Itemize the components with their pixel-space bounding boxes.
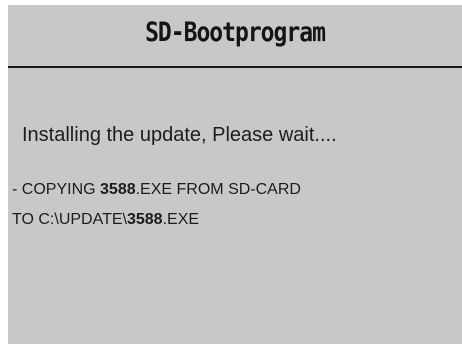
boot-screen: SD-Bootprogram Installing the update, Pl… bbox=[8, 5, 462, 344]
title-bar: SD-Bootprogram bbox=[8, 5, 462, 68]
file-extension-text: .EXE bbox=[162, 211, 200, 228]
copy-suffix-text: .EXE FROM SD-CARD bbox=[135, 181, 301, 198]
title-divider bbox=[8, 66, 462, 68]
destination-path-text: TO C:\UPDATE\ bbox=[12, 211, 127, 228]
file-number: 3588 bbox=[126, 211, 163, 228]
file-number: 3588 bbox=[100, 181, 136, 198]
status-message: Installing the update, Please wait.... bbox=[22, 124, 337, 146]
copy-progress-line-2: TO C:\UPDATE\3588.EXE bbox=[12, 211, 199, 229]
page-title: SD-Bootprogram bbox=[145, 18, 326, 48]
copy-progress-line-1: - COPYING 3588.EXE FROM SD-CARD bbox=[12, 181, 301, 199]
copy-prefix-text: - COPYING bbox=[12, 181, 101, 198]
